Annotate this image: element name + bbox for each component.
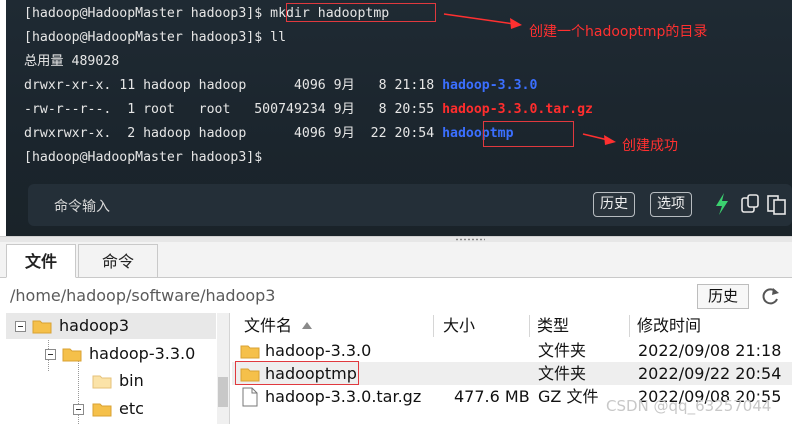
annotation-created-ok: 创建成功 <box>622 138 678 154</box>
arrow-icon <box>582 133 616 145</box>
shell-prompt: [hadoop@HadoopMaster hadoop3]$ <box>24 6 271 21</box>
tree-item[interactable]: etc <box>66 396 216 422</box>
file-icon <box>242 387 258 407</box>
folder-icon <box>62 348 82 362</box>
expand-icon[interactable] <box>73 404 84 415</box>
ls-entry-meta: drwxr-xr-x. 11 hadoop hadoop 4096 9月 8 2… <box>24 78 443 93</box>
annotation-create-dir: 创建一个hadooptmp的目录 <box>529 24 708 40</box>
shell-prompt: [hadoop@HadoopMaster hadoop3]$ <box>24 150 263 165</box>
command-input-bar[interactable]: 命令输入 历史 选项 <box>28 184 792 226</box>
terminal-line: -rw-r--r--. 1 root root 500749234 9月 8 2… <box>24 98 593 122</box>
file-size: 477.6 MB <box>454 387 530 406</box>
splitter-grip-icon[interactable] <box>455 238 485 241</box>
tree-item-label: etc <box>119 399 144 418</box>
tree-item[interactable]: bin <box>66 368 216 394</box>
tab-files[interactable]: 文件 <box>6 244 76 278</box>
lightning-icon[interactable] <box>714 192 730 216</box>
column-separator[interactable] <box>529 315 530 337</box>
file-type: 文件夹 <box>538 364 587 383</box>
command-input-placeholder[interactable]: 命令输入 <box>54 196 110 216</box>
tree-item-label: hadoop3 <box>59 316 130 335</box>
arrow-icon <box>443 13 522 29</box>
total-usage-text: 总用量 489028 <box>24 54 120 69</box>
shell-prompt: [hadoop@HadoopMaster hadoop3]$ <box>24 30 271 45</box>
file-type: GZ 文件 <box>538 387 599 406</box>
file-modified: 2022/09/08 21:18 <box>638 341 782 360</box>
tab-commands[interactable]: 命令 <box>78 244 158 278</box>
tree-item[interactable]: hadoop-3.3.0 <box>36 341 216 367</box>
hadooptmp-highlight-box <box>483 121 574 147</box>
terminal-line: 总用量 489028 <box>24 50 593 74</box>
watermark: CSDN @qq_63257044 <box>606 397 772 415</box>
mkdir-highlight-box <box>286 3 436 22</box>
panel-tabs: 文件 命令 <box>0 242 792 278</box>
tree-item-label: hadoop-3.3.0 <box>89 344 196 363</box>
file-name: hadoop-3.3.0.tar.gz <box>265 387 422 406</box>
file-modified: 2022/09/22 20:54 <box>638 364 782 383</box>
tree-item-label: bin <box>119 371 144 390</box>
column-separator[interactable] <box>629 315 630 337</box>
ls-entry-name: hadoop-3.3.0.tar.gz <box>442 102 593 117</box>
tree-scrollbar[interactable] <box>217 313 229 424</box>
ls-entry-meta: -rw-r--r--. 1 root root 500749234 9月 8 2… <box>24 102 443 117</box>
path-history-button[interactable]: 历史 <box>697 284 749 309</box>
folder-icon <box>240 345 260 359</box>
file-row[interactable]: hadoop-3.3.0 文件夹 2022/09/08 21:18 <box>232 339 792 362</box>
terminal-line: drwxr-xr-x. 11 hadoop hadoop 4096 9月 8 2… <box>24 74 593 98</box>
column-header-label: 文件名 <box>244 316 293 335</box>
folder-icon <box>32 320 52 334</box>
folder-icon <box>92 375 112 389</box>
file-type: 文件夹 <box>538 341 587 360</box>
collapse-icon[interactable] <box>45 349 56 360</box>
column-header-name[interactable]: 文件名 <box>244 313 292 339</box>
terminal-panel[interactable]: [hadoop@HadoopMaster hadoop3]$ mkdir had… <box>6 0 792 236</box>
sort-ascending-icon[interactable] <box>301 321 313 331</box>
path-bar: /home/hadoop/software/hadoop3 历史 <box>0 280 792 312</box>
paste-icon[interactable] <box>740 192 762 216</box>
copy-icon[interactable] <box>766 192 788 216</box>
file-name: hadoop-3.3.0 <box>265 341 372 360</box>
current-path[interactable]: /home/hadoop/software/hadoop3 <box>10 286 275 305</box>
hadooptmp-row-highlight-box <box>235 361 359 385</box>
options-button[interactable]: 选项 <box>650 192 692 217</box>
folder-icon <box>92 403 112 417</box>
column-header-modified[interactable]: 修改时间 <box>637 313 701 339</box>
ls-entry-meta: drwxrwxr-x. 2 hadoop hadoop 4096 9月 22 2… <box>24 126 443 141</box>
column-separator[interactable] <box>433 315 434 337</box>
column-header-type[interactable]: 类型 <box>537 313 569 339</box>
shell-command: ll <box>270 30 287 45</box>
collapse-icon[interactable] <box>15 321 26 332</box>
directory-tree[interactable]: hadoop3 hadoop-3.3.0 bin etc <box>0 313 230 424</box>
column-header-size[interactable]: 大小 <box>443 313 475 339</box>
terminal-line: [hadoop@HadoopMaster hadoop3]$ <box>24 146 593 170</box>
scrollbar-thumb[interactable] <box>218 377 228 407</box>
ls-entry-name: hadoop-3.3.0 <box>442 78 538 93</box>
history-button[interactable]: 历史 <box>593 192 635 217</box>
refresh-icon[interactable] <box>760 286 782 306</box>
tree-item[interactable]: hadoop3 <box>6 313 216 339</box>
